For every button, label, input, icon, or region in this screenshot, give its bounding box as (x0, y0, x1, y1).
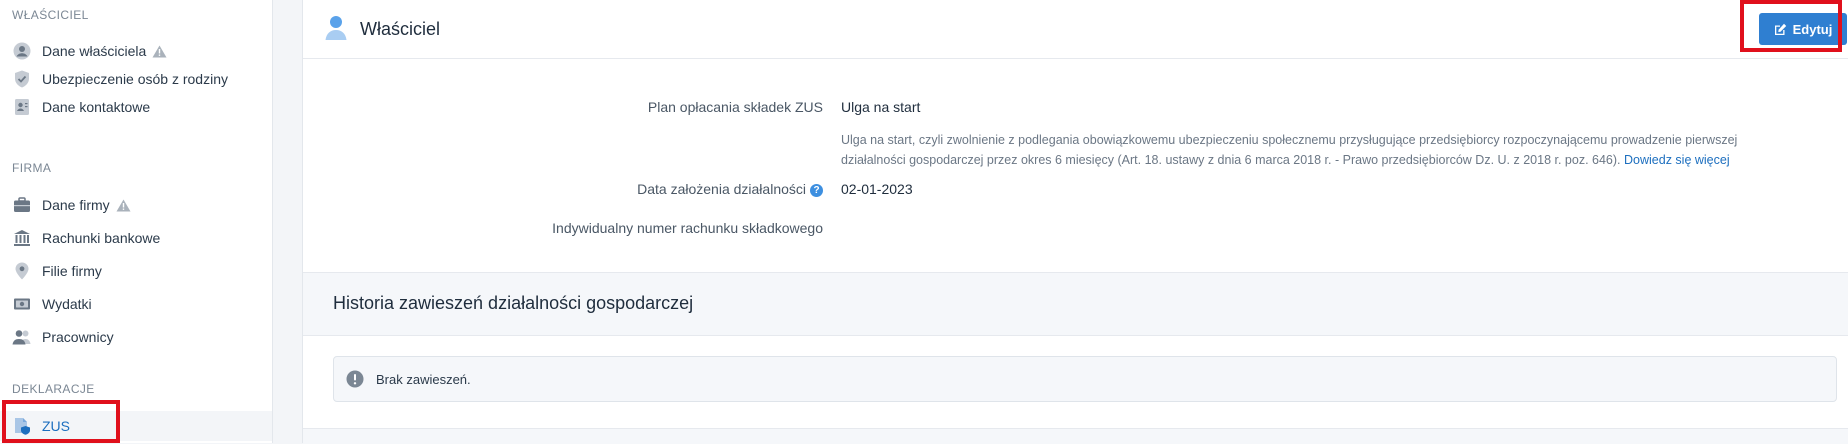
field-value-zus-plan: Ulga na start (841, 99, 921, 115)
highlight-box-edit (1740, 0, 1842, 52)
field-label-zus-plan: Plan opłacania składek ZUS (647, 99, 823, 115)
sidebar: WŁAŚCICIEL Dane właściciela Ubezpieczeni… (0, 0, 273, 443)
sidebar-item-branches[interactable]: Filie firmy (0, 256, 272, 286)
field-label-contribution-account: Indywidualny numer rachunku składkowego (552, 220, 823, 236)
sidebar-item-owner-data[interactable]: Dane właściciela (0, 36, 272, 66)
learn-more-link[interactable]: Dowiedz się więcej (1624, 153, 1730, 167)
history-section-header: Historia zawieszeń działalności gospodar… (303, 272, 1848, 336)
sidebar-item-label: Pracownicy (42, 329, 114, 345)
sidebar-item-company-data[interactable]: Dane firmy (0, 190, 272, 220)
briefcase-icon (12, 195, 32, 215)
empty-state-box: Brak zawieszeń. (333, 356, 1837, 402)
user-circle-icon (12, 41, 32, 61)
section-label-declarations: DEKLARACJE (12, 382, 95, 396)
sidebar-item-label: Rachunki bankowe (42, 230, 161, 246)
zus-plan-description-text: Ulga na start, czyli zwolnienie z podleg… (841, 133, 1738, 167)
map-pin-icon (12, 261, 32, 281)
sidebar-item-employees[interactable]: Pracownicy (0, 322, 272, 352)
contact-card-icon (12, 97, 32, 117)
sidebar-item-label: Dane właściciela (42, 43, 147, 59)
sidebar-item-label: Dane firmy (42, 197, 110, 213)
warning-icon (152, 45, 167, 58)
warning-icon (116, 199, 131, 212)
next-section-strip (303, 428, 1848, 444)
sidebar-item-label: Dane kontaktowe (42, 99, 151, 115)
user-icon (325, 15, 347, 46)
help-icon[interactable]: ? (810, 184, 823, 197)
history-title: Historia zawieszeń działalności gospodar… (333, 293, 694, 313)
banknote-icon (12, 294, 32, 314)
bank-icon (12, 228, 32, 248)
panel-title: Właściciel (360, 19, 441, 39)
empty-state-text: Brak zawieszeń. (376, 371, 471, 387)
sidebar-item-bank-accounts[interactable]: Rachunki bankowe (0, 223, 272, 253)
shield-check-icon (12, 69, 32, 89)
panel-header: Właściciel Edytuj (303, 0, 1848, 59)
sidebar-item-contact-data[interactable]: Dane kontaktowe (0, 92, 272, 122)
zus-plan-description: Ulga na start, czyli zwolnienie z podleg… (841, 130, 1791, 170)
sidebar-item-expenses[interactable]: Wydatki (0, 289, 272, 319)
sidebar-item-label: Wydatki (42, 296, 92, 312)
users-icon (12, 327, 32, 347)
section-label-company: FIRMA (12, 161, 52, 175)
sidebar-item-label: Ubezpieczenie osób z rodziny (42, 71, 228, 87)
section-label-owner: WŁAŚCICIEL (12, 8, 89, 22)
field-value-start-date: 02-01-2023 (841, 181, 913, 197)
info-exclamation-icon (346, 370, 364, 388)
highlight-box-zus (2, 400, 120, 443)
start-date-label-text: Data założenia działalności (637, 181, 806, 197)
field-label-start-date: Data założenia działalności? (303, 181, 823, 197)
sidebar-item-label: Filie firmy (42, 263, 102, 279)
owner-panel: Właściciel Edytuj Plan opłacania składek… (302, 0, 1848, 444)
sidebar-item-family-insurance[interactable]: Ubezpieczenie osób z rodziny (0, 64, 272, 94)
